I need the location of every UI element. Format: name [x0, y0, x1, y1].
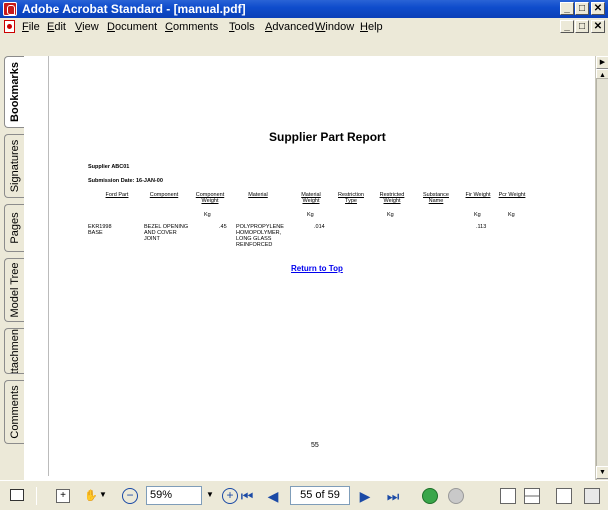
tab-signatures[interactable]: Signatures — [4, 134, 24, 198]
close-button[interactable]: ✕ — [591, 2, 605, 15]
tab-model-tree[interactable]: Model Tree — [4, 258, 24, 322]
unit-pcr-weight: Kg — [508, 212, 515, 218]
scroll-right-arrow-icon[interactable]: ▶ — [596, 56, 608, 69]
header-component: Component — [149, 192, 179, 198]
unit-fir-weight: Kg — [474, 212, 481, 218]
zoom-out-icon[interactable]: − — [122, 488, 138, 504]
vertical-scrollbar[interactable]: ▶ ▲ ▼ — [595, 56, 608, 488]
header-material: Material — [248, 192, 268, 198]
continuous-facing-icon[interactable] — [584, 488, 600, 504]
menu-view[interactable]: View — [75, 21, 99, 33]
cell-component: BEZEL OPENING AND COVER JOINT — [144, 224, 189, 242]
last-page-icon[interactable]: ⏭ — [384, 487, 402, 505]
return-to-top-link[interactable]: Return to Top — [291, 264, 343, 273]
window-title: Adobe Acrobat Standard - [manual.pdf] — [22, 2, 246, 16]
page-number: 55 — [311, 442, 319, 449]
tab-pages[interactable]: Pages — [4, 204, 24, 252]
pdf-document-icon[interactable] — [4, 20, 15, 33]
cell-fir-weight: .113 — [476, 224, 487, 230]
supplier-label: Supplier ABC01 — [88, 164, 130, 170]
header-pcr-weight: Pcr Weight — [498, 192, 526, 198]
header-ford-part: Ford Part — [105, 192, 129, 198]
zoom-dropdown-icon[interactable]: ▼ — [204, 487, 216, 505]
cell-material-weight: .014 — [314, 224, 325, 230]
zoom-in-icon[interactable]: + — [222, 488, 238, 504]
status-toolbar: + ✋ ▼ − 59% ▼ + ⏮ ◀ 55 of 59 ▶ ⏭ — [0, 480, 608, 510]
tab-comments[interactable]: Comments — [4, 380, 24, 444]
menu-comments[interactable]: Comments — [165, 21, 218, 33]
scroll-thumb[interactable] — [596, 78, 608, 488]
doc-minimize-button[interactable]: _ — [560, 20, 574, 33]
acrobat-window: Adobe Acrobat Standard - [manual.pdf] _ … — [0, 0, 608, 510]
zoom-field[interactable]: 59% — [146, 486, 202, 505]
go-back-icon[interactable] — [422, 488, 438, 504]
continuous-page-icon[interactable] — [524, 488, 540, 504]
first-page-icon[interactable]: ⏮ — [238, 487, 256, 505]
fit-page-icon[interactable]: + — [56, 489, 70, 503]
menu-tools[interactable]: Tools — [229, 21, 255, 33]
header-component-weight: Component Weight — [195, 192, 225, 204]
report-title: Supplier Part Report — [269, 130, 386, 144]
page-number-field[interactable]: 55 of 59 — [290, 486, 350, 505]
minimize-button[interactable]: _ — [560, 2, 574, 15]
unit-material-weight: Kg — [307, 212, 314, 218]
hand-dropdown-icon[interactable]: ▼ — [98, 487, 108, 505]
navigation-tabs: Bookmarks Signatures Pages Model Tree At… — [2, 56, 24, 480]
acrobat-app-icon[interactable] — [3, 2, 17, 16]
single-page-icon[interactable] — [500, 488, 516, 504]
unit-restricted-weight: Kg — [387, 212, 394, 218]
unit-component-weight: Kg — [204, 212, 211, 218]
header-restricted-weight: Restricted Weight — [379, 192, 405, 204]
tab-attachments[interactable]: Attachments — [4, 328, 24, 374]
previous-page-icon[interactable]: ◀ — [264, 487, 282, 505]
header-material-weight: Material Weight — [301, 192, 321, 204]
menu-edit[interactable]: Edit — [47, 21, 66, 33]
menu-window[interactable]: Window — [315, 21, 354, 33]
doc-restore-button[interactable]: □ — [575, 20, 589, 33]
menu-bar: File Edit View Document Comments Tools A… — [0, 18, 608, 36]
cell-material: POLYPROPYLENE HOMOPOLYMER, LONG GLASS RE… — [236, 224, 284, 248]
maximize-button[interactable]: □ — [575, 2, 589, 15]
tab-bookmarks[interactable]: Bookmarks — [4, 56, 24, 128]
header-restriction-type: Restriction Type — [338, 192, 364, 204]
scroll-down-arrow-icon[interactable]: ▼ — [596, 466, 608, 479]
menu-help[interactable]: Help — [360, 21, 383, 33]
header-substance-name: Substance Name — [423, 192, 449, 204]
submission-date: Submission Date: 16-JAN-00 — [88, 178, 163, 184]
go-forward-icon[interactable] — [448, 488, 464, 504]
doc-close-button[interactable]: ✕ — [591, 20, 605, 33]
facing-page-icon[interactable] — [556, 488, 572, 504]
cell-ford-part: EKR1998 BASE — [88, 224, 112, 236]
cell-component-weight: .45 — [219, 224, 227, 230]
page-layout-icon[interactable] — [10, 489, 24, 501]
next-page-icon[interactable]: ▶ — [356, 487, 374, 505]
menu-file[interactable]: File — [22, 21, 40, 33]
header-fir-weight: Fir Weight — [465, 192, 491, 198]
title-bar[interactable]: Adobe Acrobat Standard - [manual.pdf] _ … — [0, 0, 608, 18]
separator — [36, 487, 37, 505]
menu-document[interactable]: Document — [107, 21, 157, 33]
menu-advanced[interactable]: Advanced — [265, 21, 314, 33]
